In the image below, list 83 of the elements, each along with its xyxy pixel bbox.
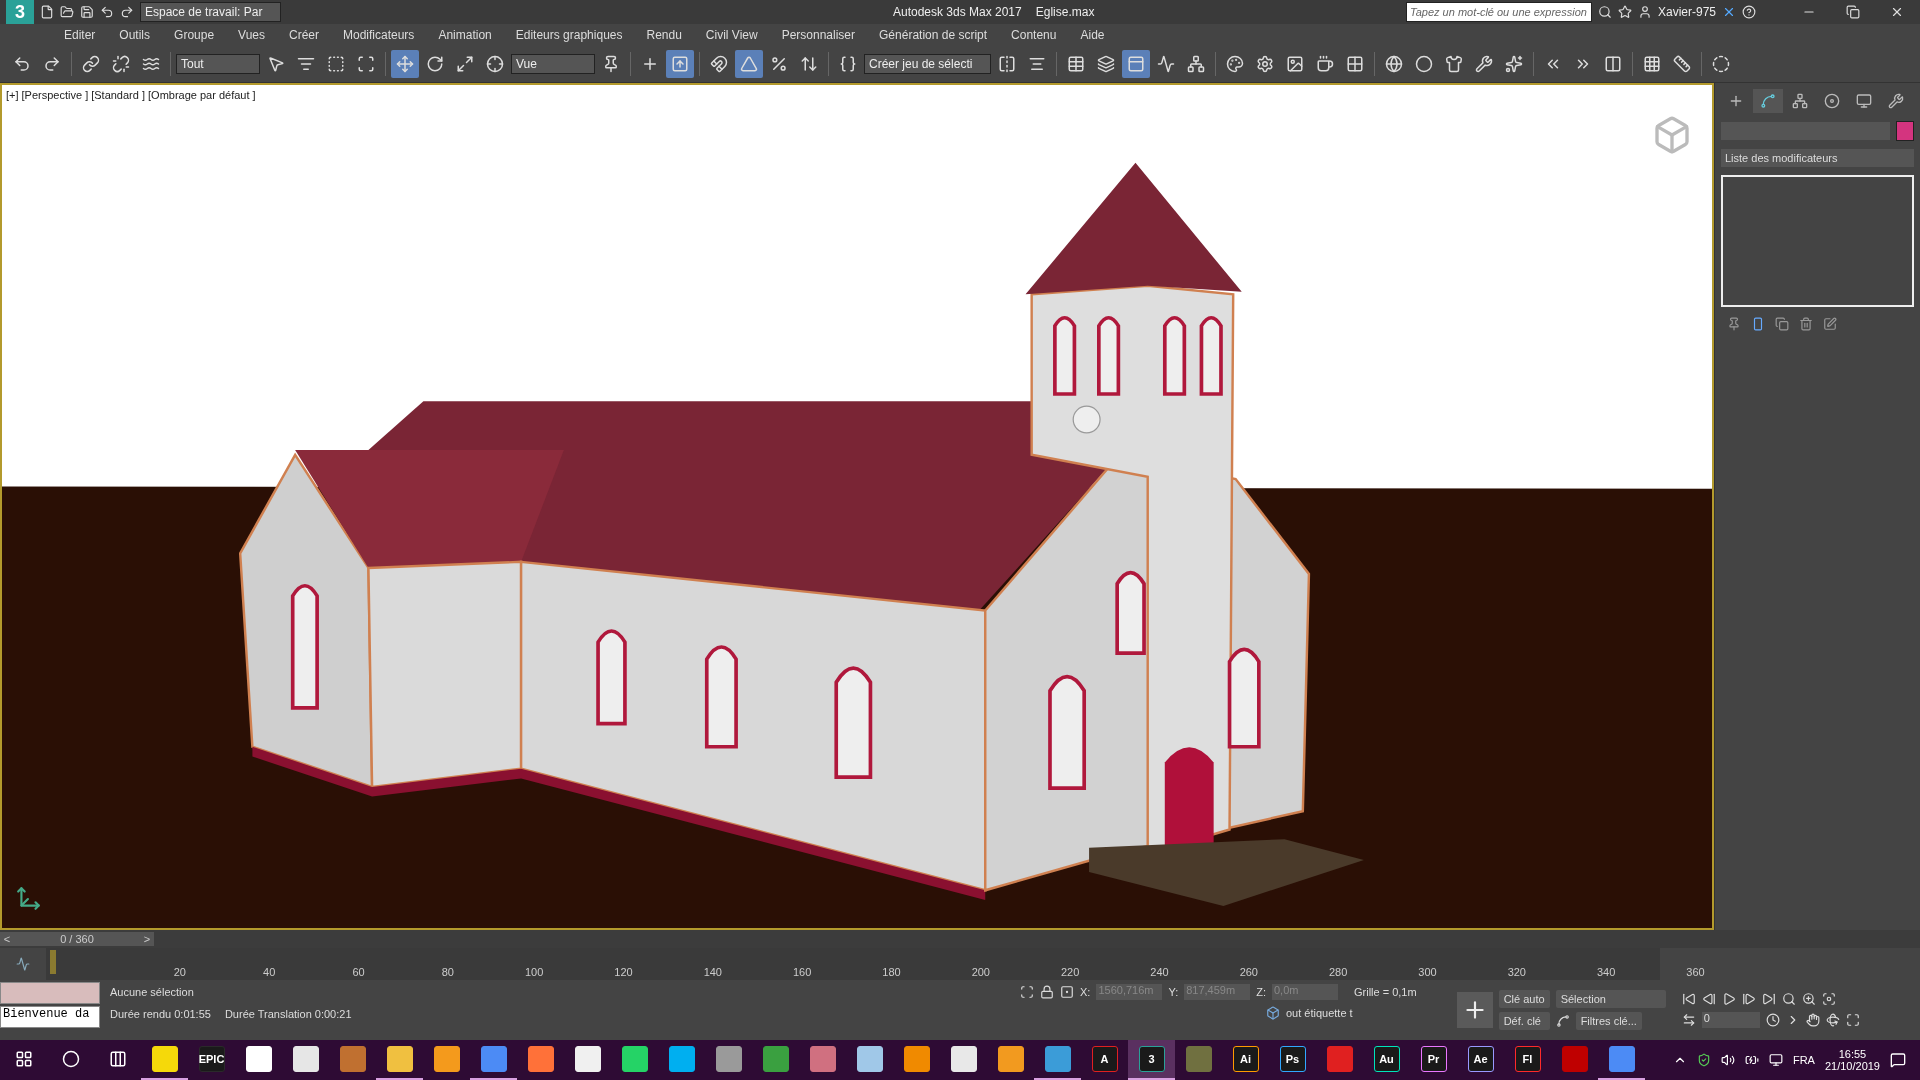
frame-number: 300 <box>1417 966 1437 980</box>
frame-number: 200 <box>970 966 990 980</box>
frame-number: 60 <box>351 966 365 980</box>
menu-item[interactable]: Animation <box>426 28 504 42</box>
translation-time: Durée Translation 0:00:21 <box>224 1008 352 1020</box>
frame-field[interactable]: 0 <box>1701 1012 1760 1028</box>
tag-text[interactable]: out étiquette t <box>1286 1007 1353 1019</box>
menu-item[interactable]: Editeurs graphiques <box>503 28 635 42</box>
language-indicator[interactable]: FRA <box>1792 1054 1815 1066</box>
menu-item[interactable]: Civil View <box>693 28 770 42</box>
x-label: X: <box>1080 986 1091 998</box>
taskbar-app[interactable]: A <box>1081 1040 1128 1080</box>
menu-item[interactable]: Contenu <box>999 28 1069 42</box>
modifier-list-dropdown[interactable]: Liste des modificateurs <box>1721 149 1914 167</box>
app-icon: EPIC <box>198 1046 225 1072</box>
menu-item[interactable]: Vues <box>226 28 277 42</box>
frame-number: 360 <box>1685 966 1705 980</box>
search-field[interactable]: Tapez un mot-clé ou une expression <box>1405 2 1592 22</box>
toolbar-dropdown[interactable]: Vue <box>511 54 595 74</box>
menu-item[interactable]: Modificateurs <box>331 28 427 42</box>
frame-number: 340 <box>1595 966 1616 980</box>
app-icon: A <box>1091 1046 1118 1072</box>
file-name: Eglise.max <box>1035 5 1095 19</box>
app-icon: Fl <box>1514 1046 1541 1072</box>
frame-number: 220 <box>1059 966 1080 980</box>
clock-date[interactable]: 21/10/2019 <box>1824 1060 1880 1072</box>
maxscript-output[interactable]: Bienvenue da <box>0 1006 100 1028</box>
time-slider-thumb[interactable]: 0 / 360 <box>14 932 140 946</box>
frame-number: 100 <box>523 966 544 980</box>
key-filters-button[interactable]: Filtres clé... <box>1575 1012 1642 1030</box>
frame-number: 80 <box>440 966 454 980</box>
user-name[interactable]: Xavier-975 <box>1657 5 1716 19</box>
app-icon: Au <box>1373 1046 1400 1072</box>
taskbar-app[interactable]: EPIC <box>188 1040 235 1080</box>
frame-number: 160 <box>791 966 812 980</box>
taskbar-app[interactable]: Pr <box>1410 1040 1457 1080</box>
taskbar-app[interactable]: Ps <box>1269 1040 1316 1080</box>
frame-number: 240 <box>1149 966 1169 980</box>
taskbar-app[interactable]: Au <box>1363 1040 1410 1080</box>
toolbar-dropdown[interactable]: Tout <box>176 54 260 74</box>
app-icon: Ps <box>1279 1046 1306 1072</box>
frame-number: 20 <box>172 966 186 980</box>
taskbar-app[interactable]: Ae <box>1457 1040 1504 1080</box>
viewport-label[interactable]: [+] <box>6 89 19 101</box>
taskbar-app[interactable]: Fl <box>1504 1040 1551 1080</box>
frame-number: 260 <box>1238 966 1258 980</box>
z-label: Z: <box>1256 986 1266 998</box>
toolbar-dropdown[interactable]: Créer jeu de sélecti <box>864 54 992 74</box>
previous-frame-button[interactable]: < <box>0 932 14 946</box>
taskbar-app[interactable]: Ai <box>1222 1040 1269 1080</box>
frame-number: 40 <box>262 966 276 980</box>
menu-item[interactable]: Outils <box>107 28 163 42</box>
viewport-label[interactable]: [Standard ] <box>91 89 145 101</box>
grid-size: Grille = 0,1m <box>1354 986 1417 998</box>
key-mode-dropdown[interactable]: Sélection <box>1555 990 1666 1008</box>
window-title: Autodesk 3ds Max 2017 <box>892 5 1022 19</box>
frame-number: 180 <box>881 966 901 980</box>
menu-item[interactable]: Génération de script <box>867 28 1000 42</box>
menu-item[interactable]: Rendu <box>634 28 694 42</box>
app-icon: Pr <box>1420 1046 1447 1072</box>
workspace-dropdown[interactable]: Espace de travail: Par <box>140 2 282 22</box>
app-icon: Ae <box>1467 1046 1494 1072</box>
y-label: Y: <box>1168 986 1179 998</box>
menu-item[interactable]: Groupe <box>162 28 227 42</box>
app-icon: Ai <box>1232 1046 1259 1072</box>
frame-number: 320 <box>1506 966 1526 980</box>
clock-time[interactable]: 16:55 <box>1838 1048 1867 1060</box>
frame-number: 140 <box>702 966 722 980</box>
selection-status: Aucune sélection <box>110 986 195 998</box>
menu-item[interactable]: Editer <box>52 28 108 42</box>
viewport-label[interactable]: [Ombrage par défaut ] <box>148 89 256 101</box>
taskbar-app[interactable]: 3 <box>1128 1040 1175 1080</box>
app-icon: 3 <box>1138 1046 1165 1072</box>
menu-item[interactable]: Personnaliser <box>769 28 868 42</box>
set-key-mode-button[interactable]: Déf. clé <box>1498 1012 1550 1030</box>
frame-number: 280 <box>1327 966 1348 980</box>
auto-key-button[interactable]: Clé auto <box>1498 990 1550 1008</box>
frame-number: 120 <box>613 966 633 980</box>
menu-item[interactable]: Aide <box>1068 28 1117 42</box>
next-frame-button[interactable]: > <box>140 932 154 946</box>
render-time: Durée rendu 0:01:55 <box>110 1008 211 1020</box>
viewport-label[interactable]: [Perspective ] <box>21 89 89 101</box>
menu-item[interactable]: Créer <box>277 28 331 42</box>
